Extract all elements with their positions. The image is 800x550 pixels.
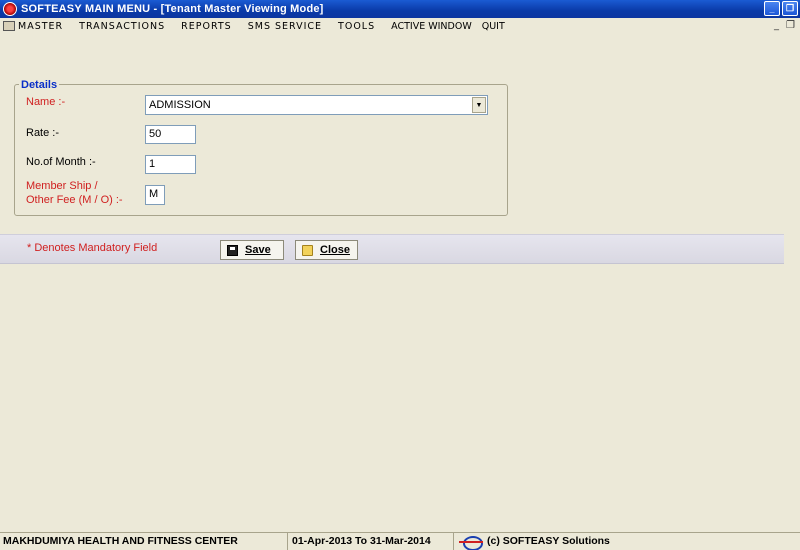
menu-active-window[interactable]: ACTIVE WINDOW	[391, 21, 472, 32]
rate-input[interactable]: 50	[145, 125, 196, 144]
membership-label-line2: Other Fee (M / O) :-	[26, 194, 123, 206]
menu-reports[interactable]: REPORTS	[181, 21, 232, 32]
mdi-system-menu-icon[interactable]	[3, 21, 15, 31]
mdi-restore-button[interactable]: ❐	[786, 20, 796, 31]
menu-master[interactable]: MASTER	[18, 21, 63, 32]
minimize-button[interactable]: _	[764, 1, 780, 16]
membership-label-line1: Member Ship /	[26, 180, 98, 192]
mdi-minimize-button[interactable]: _	[774, 20, 780, 31]
child-window: Details Name :- ADMISSION ▼ Rate :- 50 N…	[0, 34, 800, 532]
floppy-disk-icon	[227, 244, 238, 256]
save-button[interactable]: Save	[220, 240, 284, 260]
mdi-controls: _ ❐	[774, 20, 796, 31]
details-group-title: Details	[19, 79, 60, 91]
app-icon[interactable]	[3, 2, 17, 16]
window-controls: _ ❐	[764, 1, 798, 16]
menu-quit[interactable]: QUIT	[482, 21, 505, 32]
rate-label: Rate :-	[26, 127, 60, 139]
menu-sms-service[interactable]: SMS SERVICE	[248, 21, 322, 32]
name-dropdown-value: ADMISSION	[149, 99, 211, 111]
restore-button[interactable]: ❐	[782, 1, 798, 16]
status-vendor: (c) SOFTEASY Solutions	[487, 535, 610, 547]
status-bar: MAKHDUMIYA HEALTH AND FITNESS CENTER 01-…	[0, 532, 800, 550]
save-button-label: Save	[245, 244, 271, 256]
membership-type-input[interactable]: M	[145, 185, 165, 205]
name-label: Name :-	[26, 96, 66, 108]
menu-transactions[interactable]: TRANSACTIONS	[79, 21, 165, 32]
close-button[interactable]: Close	[295, 240, 358, 260]
mandatory-note: * Denotes Mandatory Field	[27, 242, 158, 254]
months-input[interactable]: 1	[145, 155, 196, 174]
close-button-label: Close	[320, 244, 350, 256]
status-company: MAKHDUMIYA HEALTH AND FITNESS CENTER	[0, 533, 288, 550]
dropdown-arrow-icon[interactable]: ▼	[472, 97, 486, 113]
status-period: 01-Apr-2013 To 31-Mar-2014	[288, 533, 454, 550]
title-bar: SOFTEASY MAIN MENU - [Tenant Master View…	[0, 0, 800, 18]
name-dropdown[interactable]: ADMISSION ▼	[145, 95, 488, 115]
folder-icon	[302, 244, 313, 256]
window-title: SOFTEASY MAIN MENU - [Tenant Master View…	[21, 3, 324, 15]
status-vendor-panel: (c) SOFTEASY Solutions	[454, 533, 800, 550]
months-label: No.of Month :-	[26, 156, 96, 168]
action-bar: * Denotes Mandatory Field Save Close	[0, 234, 784, 264]
softeasy-logo-icon	[459, 535, 483, 550]
menu-bar: MASTER TRANSACTIONS REPORTS SMS SERVICE …	[0, 18, 800, 34]
menu-tools[interactable]: TOOLS	[338, 21, 375, 32]
